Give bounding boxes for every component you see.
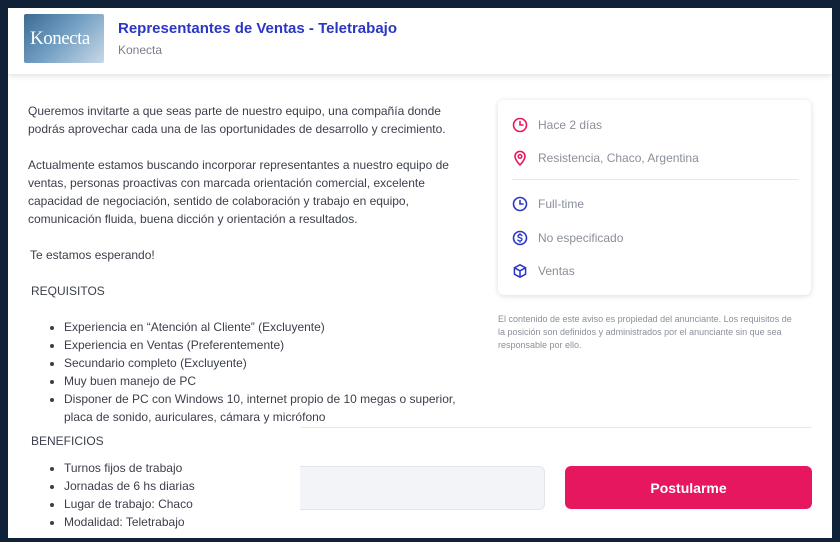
list-item: Experiencia en “Atención al Cliente” (Ex…	[64, 318, 484, 336]
detail-location: Resistencia, Chaco, Argentina	[512, 148, 699, 168]
list-item: Experiencia en Ventas (Preferentemente)	[64, 336, 484, 354]
clock-icon	[512, 196, 528, 212]
list-item: Modalidad: Teletrabajo	[64, 513, 195, 531]
job-header: Konecta Representantes de Ventas - Telet…	[8, 8, 832, 74]
details-divider	[512, 179, 798, 180]
company-name: Konecta	[118, 43, 163, 57]
secondary-action-button[interactable]	[300, 466, 545, 510]
description-waiting: Te estamos esperando!	[30, 248, 155, 262]
company-logo[interactable]: Konecta	[24, 14, 104, 63]
list-item: Disponer de PC con Windows 10, internet …	[64, 390, 484, 426]
requirements-list: Experiencia en “Atención al Cliente” (Ex…	[48, 318, 484, 426]
job-title[interactable]: Representantes de Ventas - Teletrabajo	[118, 20, 397, 37]
company-logo-text: Konecta	[30, 28, 90, 49]
requirements-heading: REQUISITOS	[31, 284, 105, 298]
detail-schedule-text: Full-time	[538, 197, 585, 211]
detail-salary: No especificado	[512, 228, 623, 248]
detail-location-text: Resistencia, Chaco, Argentina	[538, 151, 699, 165]
clock-icon	[512, 117, 528, 133]
detail-area: Ventas	[512, 261, 575, 281]
list-item: Turnos fijos de trabajo	[64, 459, 195, 477]
list-item: Jornadas de 6 hs diarias	[64, 477, 195, 495]
dollar-icon	[512, 230, 528, 246]
description-intro: Queremos invitarte a que seas parte de n…	[28, 104, 446, 136]
benefits-heading: BENEFICIOS	[31, 434, 104, 448]
job-details-card: Hace 2 días Resistencia, Chaco, Argentin…	[498, 100, 811, 295]
actions-divider	[300, 427, 812, 428]
list-item: Secundario completo (Excluyente)	[64, 354, 484, 372]
location-pin-icon	[514, 150, 526, 166]
list-item: Muy buen manejo de PC	[64, 372, 484, 390]
description-search: Actualmente estamos buscando incorporar …	[28, 158, 449, 226]
apply-button[interactable]: Postularme	[565, 466, 812, 509]
detail-area-text: Ventas	[538, 264, 575, 278]
detail-schedule: Full-time	[512, 194, 584, 214]
list-item: Lugar de trabajo: Chaco	[64, 495, 195, 513]
detail-salary-text: No especificado	[538, 231, 624, 245]
box-icon	[513, 264, 527, 278]
detail-posted-text: Hace 2 días	[538, 118, 603, 132]
detail-posted: Hace 2 días	[512, 115, 602, 135]
job-posting-page: Konecta Representantes de Ventas - Telet…	[8, 8, 832, 538]
benefits-list: Turnos fijos de trabajo Jornadas de 6 hs…	[48, 459, 195, 531]
disclaimer-text: El contenido de este aviso es propiedad …	[498, 314, 792, 350]
